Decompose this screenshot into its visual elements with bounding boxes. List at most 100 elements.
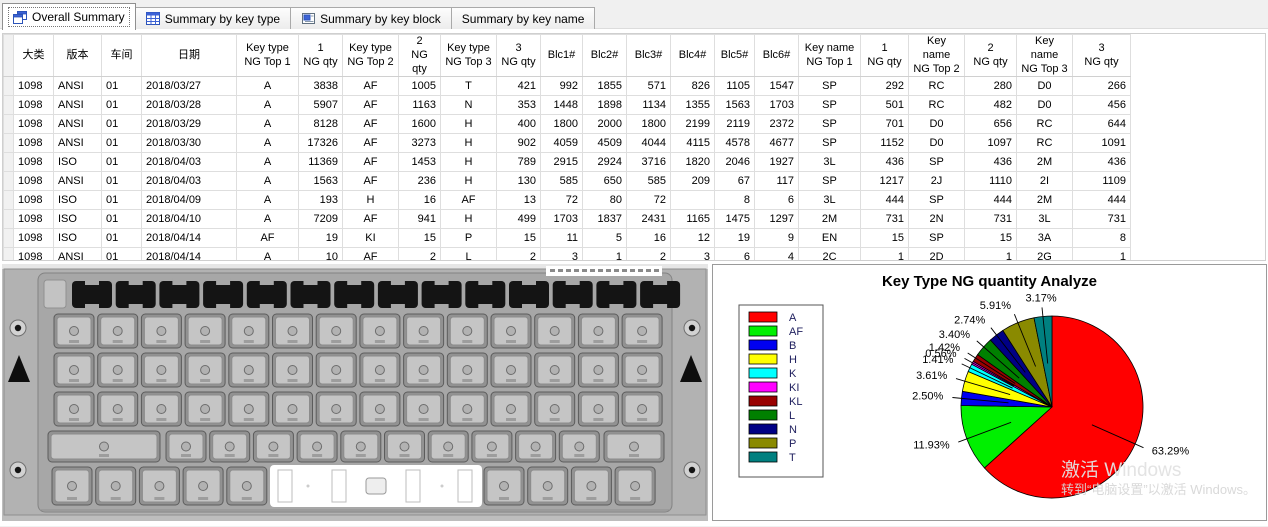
table-cell: 1448 <box>541 96 583 115</box>
table-cell: 3L <box>799 191 861 210</box>
tab-focus-ring: Summary by key name <box>457 9 590 29</box>
column-header[interactable]: 1 NG qty <box>861 35 909 77</box>
tab-summary-by-key-block[interactable]: Summary by key block <box>290 7 452 29</box>
column-header[interactable]: 1 NG qty <box>299 35 343 77</box>
tab-overall-summary[interactable]: Overall Summary <box>2 3 136 30</box>
row-selector[interactable] <box>4 96 14 115</box>
row-selector[interactable] <box>4 153 14 172</box>
table-cell: 2018/04/14 <box>142 229 237 248</box>
column-header[interactable]: Key type NG Top 2 <box>343 35 399 77</box>
table-cell: 2431 <box>627 210 671 229</box>
table-cell: AF <box>343 77 399 96</box>
table-cell: 1134 <box>627 96 671 115</box>
table-cell: 1355 <box>671 96 715 115</box>
column-header[interactable]: Blc3# <box>627 35 671 77</box>
table-row[interactable]: 1098ANSI012018/03/28A5907AF1163N35314481… <box>4 96 1131 115</box>
table-cell: 72 <box>627 191 671 210</box>
chart-legend: AAFBHKKIKLLNPT <box>739 305 823 477</box>
table-row[interactable]: 1098ANSI012018/04/14A10AF2L23123642C12D1… <box>4 248 1131 261</box>
table-cell: 1098 <box>14 191 54 210</box>
column-header[interactable]: 3 NG qty <box>497 35 541 77</box>
table-cell: 499 <box>497 210 541 229</box>
table-row[interactable]: 1098ANSI012018/03/29A8128AF1600H40018002… <box>4 115 1131 134</box>
row-selector[interactable] <box>4 77 14 96</box>
table-cell: 7209 <box>299 210 343 229</box>
tab-summary-by-key-type[interactable]: Summary by key type <box>135 7 291 29</box>
table-cell: A <box>237 115 299 134</box>
table-row[interactable]: 1098ANSI012018/03/30A17326AF3273H9024059… <box>4 134 1131 153</box>
legend-swatch-N <box>749 424 777 434</box>
row-selector[interactable] <box>4 191 14 210</box>
column-header[interactable]: 2 NG qty <box>399 35 441 77</box>
table-row[interactable]: 1098ISO012018/04/09A193H16AF13728072863L… <box>4 191 1131 210</box>
pie-percent-label: 3.40% <box>939 329 970 341</box>
column-header[interactable]: Key name NG Top 1 <box>799 35 861 77</box>
table-cell: 3 <box>671 248 715 261</box>
table-cell: 1 <box>965 248 1017 261</box>
table-cell: ANSI <box>54 172 102 191</box>
column-header[interactable]: 大类 <box>14 35 54 77</box>
table-cell: 1098 <box>14 172 54 191</box>
pie-percent-label: 63.29% <box>1152 445 1190 457</box>
table-cell: AF <box>343 248 399 261</box>
chart-title: Key Type NG quantity Analyze <box>713 273 1266 290</box>
table-cell: 826 <box>671 77 715 96</box>
table-cell: 2372 <box>755 115 799 134</box>
row-selector[interactable] <box>4 248 14 261</box>
column-header[interactable]: 3 NG qty <box>1073 35 1131 77</box>
table-cell: 16 <box>399 191 441 210</box>
table-row[interactable]: 1098ANSI012018/04/03A1563AF236H130585650… <box>4 172 1131 191</box>
legend-swatch-KI <box>749 382 777 392</box>
table-cell: RC <box>909 77 965 96</box>
row-selector[interactable] <box>4 134 14 153</box>
table-row[interactable]: 1098ISO012018/04/14AF19KI15P151151612199… <box>4 229 1131 248</box>
table-cell: 902 <box>497 134 541 153</box>
table-cell: 400 <box>497 115 541 134</box>
table-cell: 01 <box>102 248 142 261</box>
table-row[interactable]: 1098ISO012018/04/03A11369AF1453H78929152… <box>4 153 1131 172</box>
table-cell: ANSI <box>54 115 102 134</box>
table-cell: RC <box>909 96 965 115</box>
column-header[interactable]: Blc5# <box>715 35 755 77</box>
table-cell: 1800 <box>541 115 583 134</box>
column-header[interactable]: Blc2# <box>583 35 627 77</box>
table-cell: 01 <box>102 172 142 191</box>
table-cell: ISO <box>54 210 102 229</box>
table-cell: 2018/03/28 <box>142 96 237 115</box>
column-header[interactable]: 日期 <box>142 35 237 77</box>
row-selector[interactable] <box>4 229 14 248</box>
column-header[interactable]: Key type NG Top 1 <box>237 35 299 77</box>
table-cell: 01 <box>102 115 142 134</box>
table-cell: 4044 <box>627 134 671 153</box>
table-cell: 15 <box>965 229 1017 248</box>
column-header[interactable]: Blc1# <box>541 35 583 77</box>
tab-label: Summary by key name <box>462 12 585 26</box>
table-cell: 01 <box>102 134 142 153</box>
table-cell: 01 <box>102 153 142 172</box>
column-header[interactable]: Blc6# <box>755 35 799 77</box>
column-header[interactable]: 版本 <box>54 35 102 77</box>
table-cell: 444 <box>965 191 1017 210</box>
table-row[interactable]: 1098ANSI012018/03/27A3838AF1005T42199218… <box>4 77 1131 96</box>
column-header[interactable]: Key type NG Top 3 <box>441 35 497 77</box>
column-header[interactable]: 2 NG qty <box>965 35 1017 77</box>
table-cell: N <box>441 96 497 115</box>
table-cell: 6 <box>715 248 755 261</box>
table-cell: 2018/03/30 <box>142 134 237 153</box>
column-header[interactable]: Key name NG Top 3 <box>1017 35 1073 77</box>
table-cell: 2 <box>627 248 671 261</box>
column-header[interactable]: Blc4# <box>671 35 715 77</box>
tab-summary-by-key-name[interactable]: Summary by key name <box>451 7 596 29</box>
row-selector[interactable] <box>4 115 14 134</box>
summary-table: 大类版本车间日期Key type NG Top 11 NG qtyKey typ… <box>3 34 1131 261</box>
row-selector[interactable] <box>4 172 14 191</box>
table-row[interactable]: 1098ISO012018/04/10A7209AF941H4991703183… <box>4 210 1131 229</box>
row-selector[interactable] <box>4 210 14 229</box>
column-header[interactable]: Key name NG Top 2 <box>909 35 965 77</box>
pie-chart-panel: Key Type NG quantity Analyze 63.29%11.93… <box>712 264 1267 521</box>
table-cell: 2000 <box>583 115 627 134</box>
key-type-icon <box>146 12 161 25</box>
table-cell: 1098 <box>14 248 54 261</box>
column-header[interactable]: 车间 <box>102 35 142 77</box>
table-cell: 3 <box>541 248 583 261</box>
